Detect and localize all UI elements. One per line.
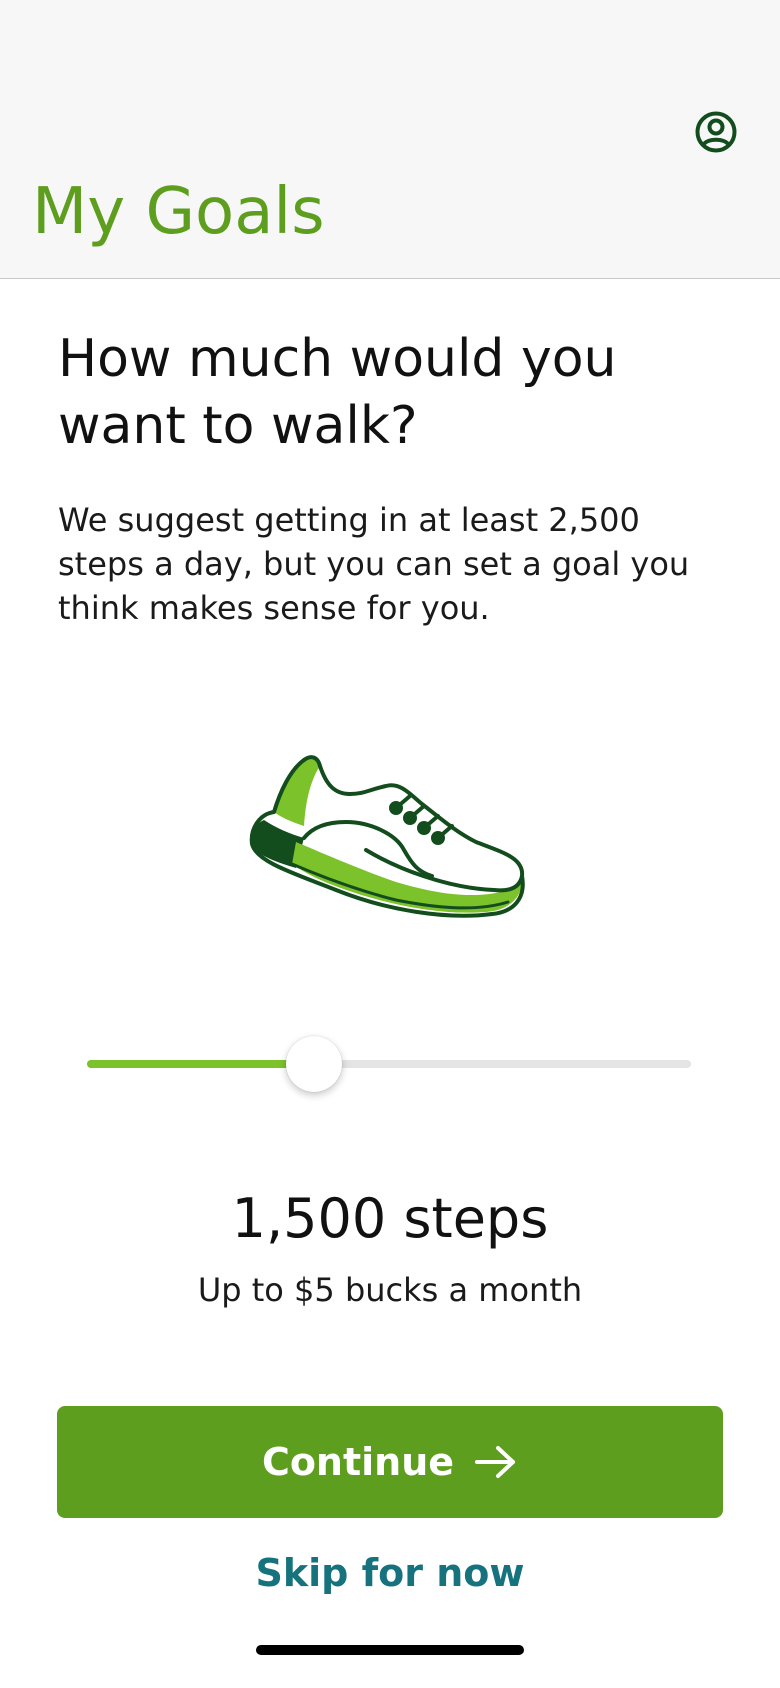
goal-question: How much would you want to walk? [58, 329, 617, 456]
page-title: My Goals [32, 175, 325, 249]
steps-value: 1,500 steps [231, 1187, 549, 1250]
goal-description: We suggest getting in at least 2,500 ste… [58, 501, 690, 627]
user-circle-icon [695, 111, 737, 153]
skip-for-now-link[interactable]: Skip for now [0, 1546, 780, 1600]
profile-button[interactable] [692, 108, 740, 156]
continue-label: Continue [261, 1440, 455, 1484]
steps-slider[interactable] [87, 1036, 691, 1092]
continue-button[interactable]: Continue [57, 1406, 723, 1518]
app-header: My Goals [0, 0, 780, 279]
arrow-right-icon [475, 1446, 516, 1478]
sneaker-icon [249, 755, 525, 918]
home-indicator [256, 1645, 524, 1655]
slider-fill [87, 1060, 314, 1068]
slider-thumb[interactable] [286, 1036, 342, 1092]
reward-text: Up to $5 bucks a month [197, 1271, 583, 1309]
